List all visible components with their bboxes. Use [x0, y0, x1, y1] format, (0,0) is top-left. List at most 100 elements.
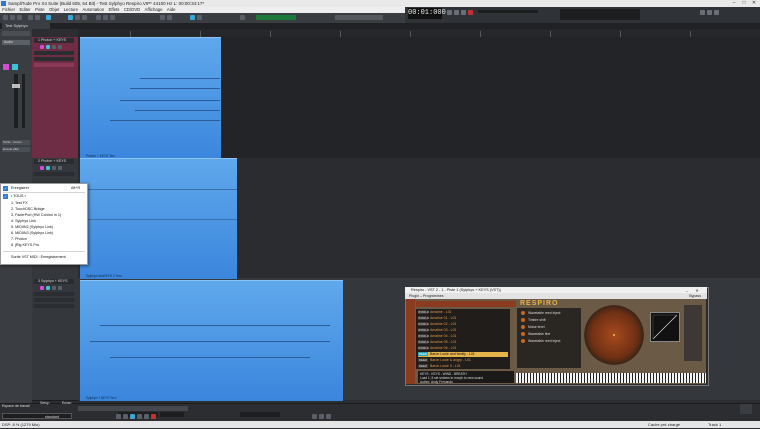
radar-cursor-icon[interactable]	[613, 334, 615, 336]
workspace-select[interactable]: standard	[2, 413, 72, 419]
articulation-item[interactable]: WORLDAmaline 01 - L01	[418, 316, 508, 321]
input-selector[interactable]	[34, 292, 74, 296]
zoom-control[interactable]	[740, 404, 752, 414]
snap-icon[interactable]	[312, 414, 317, 419]
monitor-icon[interactable]	[40, 286, 44, 290]
articulation-item[interactable]: REED Baron Louie II - L01	[418, 364, 508, 369]
position-slider[interactable]	[478, 10, 538, 13]
redo-icon[interactable]	[35, 15, 40, 20]
range-mode-icon[interactable]	[75, 15, 80, 20]
snap-icon[interactable]	[103, 15, 108, 20]
articulation-item[interactable]: WORLDAmaline 02 - L01	[418, 322, 508, 327]
menu-item-input-1[interactable]: 1. Test FX	[11, 201, 28, 205]
stop-icon[interactable]	[123, 414, 128, 419]
play-icon[interactable]	[454, 10, 459, 15]
length-field[interactable]	[160, 412, 184, 417]
marker-icon[interactable]	[700, 10, 705, 15]
control-knob[interactable]: Timbre shift	[521, 318, 579, 323]
control-knob[interactable]: Noise level	[521, 325, 579, 330]
input-selector[interactable]	[34, 172, 74, 176]
mute-icon[interactable]	[52, 166, 56, 170]
mixer-icon[interactable]	[197, 15, 202, 20]
monitor-icon[interactable]	[40, 45, 44, 49]
track-name-2[interactable]: 2 Photon + KEYS	[34, 159, 74, 164]
loop-icon[interactable]	[130, 414, 135, 419]
volume-fader-handle[interactable]	[12, 84, 20, 88]
loop-toggle-icon[interactable]	[714, 10, 719, 15]
track-header-3[interactable]: 3 Sylphyo + KEYS	[32, 278, 78, 401]
close-button[interactable]: ✕	[749, 0, 759, 7]
menu-item-input-3[interactable]: 3. FaderPort (HW Control In 1)	[11, 213, 61, 217]
plugin-slot[interactable]	[34, 304, 74, 308]
xy-pad[interactable]	[650, 312, 680, 342]
cut-mode-icon[interactable]	[68, 15, 73, 20]
menu-item-input-8[interactable]: 8. jRig KEYS Pro	[11, 243, 39, 247]
workspace-selector[interactable]	[256, 15, 296, 20]
open-icon[interactable]	[10, 15, 15, 20]
solo-icon[interactable]	[58, 286, 62, 290]
control-knob[interactable]: Wavetable reed inject	[521, 339, 579, 344]
menu-item-input-6[interactable]: 6. MIDIIN3 (Sylphyo Link)	[11, 231, 53, 235]
midi-clip-1[interactable]: Photon + KEYS Tern	[80, 37, 221, 159]
input-selector[interactable]	[34, 51, 74, 55]
track-name-1[interactable]: 1 Photon + KEYS	[34, 38, 74, 43]
mouse-mode-icon[interactable]	[46, 15, 51, 20]
record-arm-button[interactable]	[12, 64, 18, 70]
grid-icon[interactable]	[319, 414, 324, 419]
midi-clip-3[interactable]: Sylphyo + KEYS Tern	[80, 280, 343, 401]
position-bar[interactable]	[78, 406, 188, 411]
record-arm-icon[interactable]	[46, 166, 50, 170]
grid-icon[interactable]	[110, 15, 115, 20]
stop-icon[interactable]	[461, 10, 466, 15]
search-field[interactable]	[335, 15, 383, 20]
monitor-icon[interactable]	[40, 166, 44, 170]
metronome-icon[interactable]	[167, 15, 172, 20]
plugin-menu[interactable]: Plugin – Programmes	[405, 294, 444, 298]
menu-item-input-2[interactable]: 2. TouchOSC Bridge	[11, 207, 45, 211]
track-header-1[interactable]: 1 Photon + KEYS	[32, 37, 78, 159]
menu-item-vst-output[interactable]: Sortie VST MIDI : Enregistrement	[11, 255, 66, 259]
piano-keyboard[interactable]	[516, 373, 706, 383]
record-arm-icon[interactable]	[46, 286, 50, 290]
punch-icon[interactable]	[707, 10, 712, 15]
new-icon[interactable]	[3, 15, 8, 20]
menu-item-all[interactable]: • TOUS •	[11, 194, 26, 198]
volume-fader[interactable]	[14, 74, 18, 128]
record-icon[interactable]	[468, 10, 473, 15]
save-icon[interactable]	[17, 15, 22, 20]
tempo-icon[interactable]	[240, 15, 245, 20]
respiro-slot[interactable]	[34, 63, 74, 67]
timeline-ruler[interactable]	[78, 29, 760, 37]
rewind-icon[interactable]	[447, 10, 452, 15]
loop-icon[interactable]	[160, 15, 165, 20]
cursor-icon[interactable]	[326, 414, 331, 419]
record-arm-icon[interactable]	[46, 45, 50, 49]
draw-mode-icon[interactable]	[82, 15, 87, 20]
menu-item-input-5[interactable]: 5. MIDIIN2 (Sylphyo Link)	[11, 225, 53, 229]
articulation-item[interactable]: WORLDAmaline 06 - L01	[418, 346, 508, 351]
maximize-button[interactable]: □	[739, 0, 749, 7]
midi-clip-2[interactable]: Sylphyo 6dnKEYS 2 Tern	[80, 158, 237, 279]
menu-item-record[interactable]: Enregistrer	[11, 186, 29, 190]
play-icon[interactable]	[116, 414, 121, 419]
zoom-icon[interactable]	[96, 15, 101, 20]
articulation-item[interactable]: WORLDAmaline 04 - L01	[418, 334, 508, 339]
articulation-item[interactable]: WORLDAmaline 05 - L01	[418, 340, 508, 345]
solo-icon[interactable]	[58, 166, 62, 170]
rewind-icon[interactable]	[137, 414, 142, 419]
record-icon[interactable]	[151, 414, 156, 419]
articulation-item[interactable]: REED Baron Louie & angry - L01	[418, 358, 508, 363]
undo-icon[interactable]	[28, 15, 33, 20]
minimize-button[interactable]: –	[729, 0, 739, 7]
inspector-track-name[interactable]	[2, 31, 30, 36]
zoom-field[interactable]	[240, 412, 280, 417]
edit-icon[interactable]	[190, 15, 195, 20]
solo-icon[interactable]	[58, 45, 62, 49]
track-name-3[interactable]: 3 Sylphyo + KEYS	[34, 279, 74, 284]
menu-item-input-7[interactable]: 7. Photon	[11, 237, 27, 241]
articulation-item[interactable]: WORLDAmaline - L01	[418, 310, 508, 315]
control-knob[interactable]: Wavetable reed inject	[521, 311, 579, 316]
forward-icon[interactable]	[144, 414, 149, 419]
mute-icon[interactable]	[52, 286, 56, 290]
output-selector[interactable]	[34, 298, 74, 302]
